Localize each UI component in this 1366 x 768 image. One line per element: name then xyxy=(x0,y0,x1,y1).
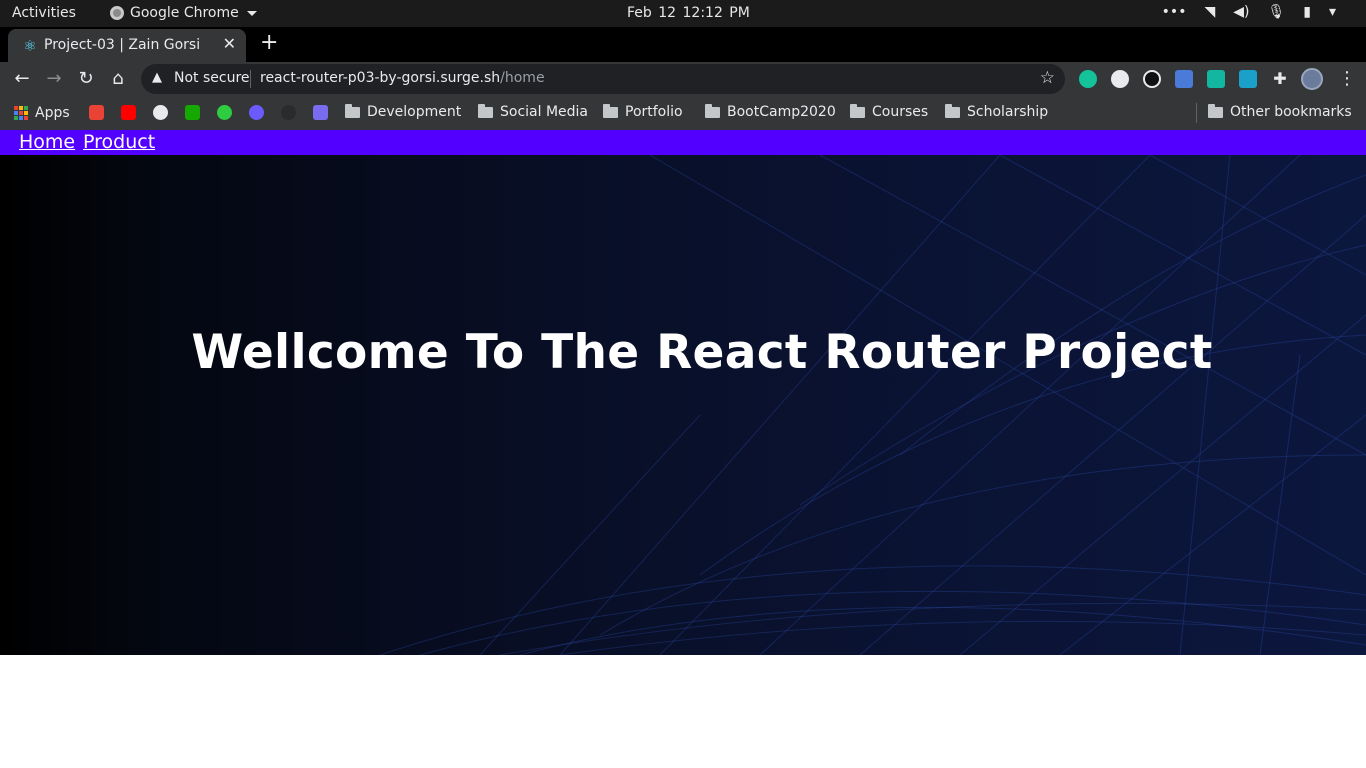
extensions-puzzle-icon[interactable]: ✚ xyxy=(1268,67,1292,91)
folder-icon xyxy=(478,103,493,118)
battery-icon[interactable]: ▮ xyxy=(1303,4,1311,20)
forward-arrow-icon[interactable]: → xyxy=(42,67,66,91)
browser-toolbar: ← → ↻ ⌂ ▲ Not secure react-router-p03-by… xyxy=(0,62,1366,96)
extension-icon[interactable] xyxy=(1143,70,1161,88)
upwork-icon[interactable] xyxy=(185,105,200,120)
security-label[interactable]: Not secure xyxy=(174,70,250,86)
bookmark-folder-label: Scholarship xyxy=(967,104,1049,120)
extension-icon[interactable] xyxy=(1111,70,1129,88)
bookmark-folder-label: Courses xyxy=(872,104,929,120)
bookmark-folder[interactable]: Courses xyxy=(850,103,929,120)
folder-icon xyxy=(603,103,618,118)
nav-link-home[interactable]: Home xyxy=(19,131,75,153)
home-icon[interactable]: ⌂ xyxy=(106,67,130,91)
reload-icon[interactable]: ↻ xyxy=(74,67,98,91)
tab-active[interactable]: ⚛ Project-03 | Zain Gorsi ✕ xyxy=(8,29,246,62)
bookmark-folder-label: Development xyxy=(367,104,462,120)
grammarly-extension-icon[interactable] xyxy=(1079,70,1097,88)
new-tab-button[interactable]: + xyxy=(260,31,278,55)
gmail-icon[interactable] xyxy=(89,105,104,120)
hero-banner: Wellcome To The React Router Project xyxy=(0,155,1366,655)
bookmark-folder-label: BootCamp2020 xyxy=(727,104,836,120)
caret-down-icon xyxy=(246,10,257,16)
menu-kebab-icon[interactable]: ⋮ xyxy=(1338,68,1356,89)
bookmark-folder[interactable]: Development xyxy=(345,103,462,120)
more-icon[interactable]: ••• xyxy=(1162,4,1187,20)
folder-icon xyxy=(945,103,960,118)
bookmark-star-icon[interactable]: ☆ xyxy=(1040,68,1055,88)
bookmark-apps[interactable]: Apps xyxy=(14,105,70,121)
folder-icon xyxy=(1208,103,1223,118)
system-top-bar: Activities Google Chrome Feb 12 12:12 PM… xyxy=(0,0,1366,27)
address-separator xyxy=(250,70,251,88)
address-bar[interactable]: ▲ Not secure react-router-p03-by-gorsi.s… xyxy=(141,64,1065,94)
clock[interactable]: Feb 12 12:12 PM xyxy=(627,5,750,21)
warning-icon[interactable]: ▲ xyxy=(152,70,162,85)
apps-grid-icon xyxy=(14,106,28,120)
translate-extension-icon[interactable] xyxy=(1175,70,1193,88)
chrome-icon xyxy=(110,6,124,20)
folder-icon xyxy=(705,103,720,118)
web-page: Home Product Wellcome To The React Route… xyxy=(0,130,1366,768)
bookmark-folder[interactable]: BootCamp2020 xyxy=(705,103,836,120)
tab-strip: ⚛ Project-03 | Zain Gorsi ✕ + xyxy=(0,27,1366,62)
other-bookmarks[interactable]: Other bookmarks xyxy=(1208,103,1352,120)
activities-button[interactable]: Activities xyxy=(12,5,76,21)
url-path: /home xyxy=(500,70,545,86)
profile-avatar[interactable] xyxy=(1301,68,1323,90)
globe-icon[interactable] xyxy=(153,105,168,120)
app-menu[interactable]: Google Chrome xyxy=(110,5,257,21)
nav-link-product[interactable]: Product xyxy=(83,131,155,153)
extension-icon[interactable] xyxy=(1207,70,1225,88)
power-menu-icon[interactable]: ▾ xyxy=(1329,4,1336,20)
folder-icon xyxy=(345,103,360,118)
back-arrow-icon[interactable]: ← xyxy=(10,67,34,91)
react-favicon-icon: ⚛ xyxy=(23,37,37,55)
bookmark-folder[interactable]: Portfolio xyxy=(603,103,683,120)
wifi-icon[interactable]: ◥ xyxy=(1204,4,1215,20)
bookmark-folder[interactable]: Social Media xyxy=(478,103,589,120)
tab-title: Project-03 | Zain Gorsi xyxy=(44,37,201,53)
url-text[interactable]: react-router-p03-by-gorsi.surge.sh/home xyxy=(260,70,545,86)
bookmark-folder[interactable]: Scholarship xyxy=(945,103,1049,120)
folder-icon xyxy=(850,103,865,118)
fiverr-icon[interactable] xyxy=(217,105,232,120)
system-tray[interactable]: ••• ◥ ◀) 🎙 ▮ ▾ xyxy=(1162,4,1336,20)
close-tab-icon[interactable]: ✕ xyxy=(223,34,236,53)
app-menu-label: Google Chrome xyxy=(130,5,239,21)
bookmarks-bar: Apps Development Social Media Portfolio … xyxy=(0,96,1366,130)
url-host: react-router-p03-by-gorsi.surge.sh xyxy=(260,70,501,86)
canva-icon[interactable] xyxy=(249,105,264,120)
bookmarks-divider xyxy=(1196,103,1197,123)
discord-icon[interactable] xyxy=(313,105,328,120)
volume-icon[interactable]: ◀) xyxy=(1233,4,1249,20)
hero-title: Wellcome To The React Router Project xyxy=(191,325,1213,380)
site-nav: Home Product xyxy=(0,130,1366,155)
bookmark-folder-label: Social Media xyxy=(500,104,589,120)
other-bookmarks-label: Other bookmarks xyxy=(1230,104,1352,120)
bookmark-folder-label: Portfolio xyxy=(625,104,683,120)
extension-icon[interactable] xyxy=(1239,70,1257,88)
bookmark-apps-label: Apps xyxy=(35,105,70,121)
hero-background-graphic xyxy=(379,155,1366,655)
youtube-icon[interactable] xyxy=(121,105,136,120)
github-icon[interactable] xyxy=(281,105,296,120)
microphone-icon[interactable]: 🎙 xyxy=(1267,4,1285,20)
